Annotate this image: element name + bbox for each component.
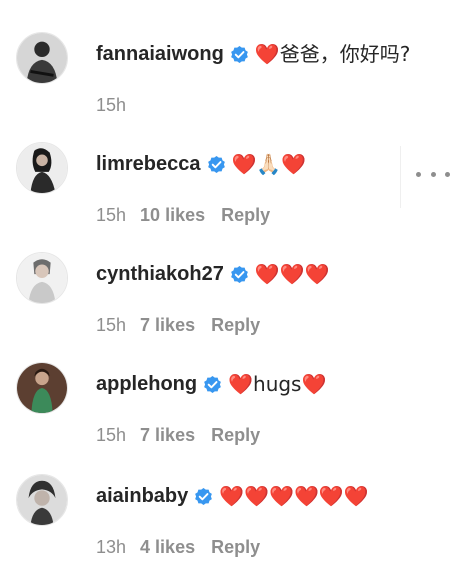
comment-meta: 15h 7 likes Reply	[96, 314, 260, 336]
verified-badge-icon	[194, 487, 213, 506]
comment-meta: 15h 7 likes Reply	[96, 424, 260, 446]
reply-button[interactable]: Reply	[221, 204, 270, 226]
comment-username[interactable]: fannaiaiwong	[96, 42, 224, 66]
avatar-image	[17, 33, 67, 83]
avatar-image	[17, 475, 67, 525]
comment-line: cynthiakoh27 ❤️❤️❤️	[96, 262, 330, 286]
comment-username[interactable]: applehong	[96, 372, 197, 396]
comment-line: aiainbaby ❤️❤️❤️❤️❤️❤️	[96, 484, 369, 508]
verified-badge-icon	[207, 155, 226, 174]
avatar-image	[17, 363, 67, 413]
reply-button[interactable]: Reply	[211, 536, 260, 558]
comment-meta: 15h 10 likes Reply	[96, 204, 270, 226]
comment-time[interactable]: 13h	[96, 536, 126, 558]
comment-meta: 15h	[96, 94, 126, 116]
divider	[400, 146, 401, 208]
comment-time[interactable]: 15h	[96, 94, 126, 116]
comment-text: ❤️🙏🏻❤️	[231, 152, 307, 176]
comment-time[interactable]: 15h	[96, 314, 126, 336]
comment-item: limrebecca ❤️🙏🏻❤️ 15h 10 likes Reply	[0, 142, 468, 238]
reply-button[interactable]: Reply	[211, 314, 260, 336]
comment-item: applehong ❤️hugs❤️ 15h 7 likes Reply	[0, 362, 468, 458]
verified-badge-icon	[230, 45, 249, 64]
likes-count-button[interactable]: 10 likes	[140, 204, 205, 226]
verified-badge-icon	[230, 265, 249, 284]
comment-item: fannaiaiwong ❤️爸爸，你好吗? 15h	[0, 32, 468, 128]
likes-count-button[interactable]: 4 likes	[140, 536, 195, 558]
avatar[interactable]	[16, 142, 68, 194]
comment-username[interactable]: limrebecca	[96, 152, 201, 176]
reply-button[interactable]: Reply	[211, 424, 260, 446]
comment-meta: 13h 4 likes Reply	[96, 536, 260, 558]
verified-badge-icon	[203, 375, 222, 394]
comment-text: ❤️❤️❤️	[254, 262, 330, 286]
comment-time[interactable]: 15h	[96, 424, 126, 446]
avatar-image	[17, 143, 67, 193]
avatar[interactable]	[16, 32, 68, 84]
avatar[interactable]	[16, 362, 68, 414]
comment-item: cynthiakoh27 ❤️❤️❤️ 15h 7 likes Reply	[0, 252, 468, 348]
comment-username[interactable]: aiainbaby	[96, 484, 188, 508]
comment-text: ❤️爸爸，你好吗?	[254, 42, 411, 66]
avatar[interactable]	[16, 252, 68, 304]
likes-count-button[interactable]: 7 likes	[140, 424, 195, 446]
likes-count-button[interactable]: 7 likes	[140, 314, 195, 336]
more-options-icon[interactable]	[416, 164, 450, 184]
comment-text: ❤️❤️❤️❤️❤️❤️	[219, 484, 369, 508]
comment-text: ❤️hugs❤️	[228, 372, 327, 396]
comment-time[interactable]: 15h	[96, 204, 126, 226]
avatar[interactable]	[16, 474, 68, 526]
comment-item: aiainbaby ❤️❤️❤️❤️❤️❤️ 13h 4 likes Reply	[0, 474, 468, 570]
comment-line: applehong ❤️hugs❤️	[96, 372, 326, 396]
comment-username[interactable]: cynthiakoh27	[96, 262, 224, 286]
comment-line: fannaiaiwong ❤️爸爸，你好吗?	[96, 42, 410, 66]
comment-line: limrebecca ❤️🙏🏻❤️	[96, 152, 306, 176]
avatar-image	[17, 253, 67, 303]
